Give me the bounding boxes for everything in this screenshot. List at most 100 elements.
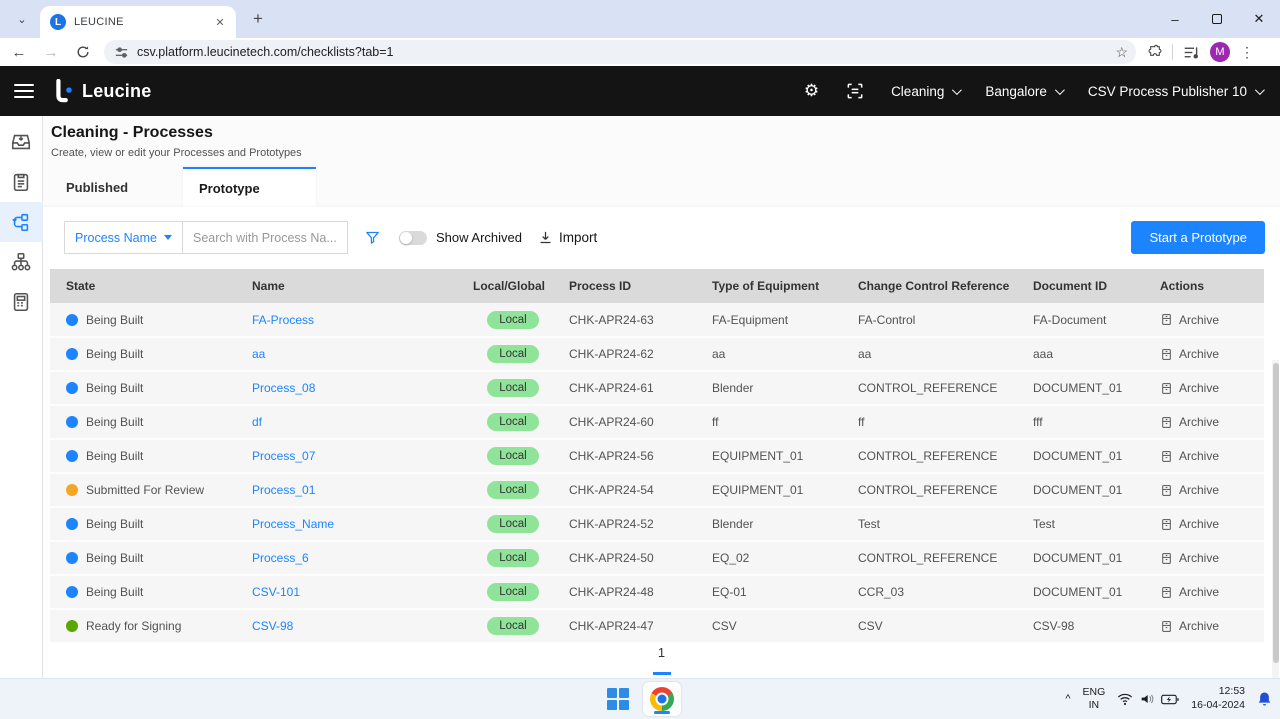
sidebar-item-inbox[interactable]	[0, 122, 43, 162]
language-indicator[interactable]: ENG IN	[1083, 686, 1106, 712]
archive-button[interactable]: Archive	[1160, 381, 1256, 395]
process-name-link[interactable]: FA-Process	[252, 313, 314, 327]
start-prototype-button[interactable]: Start a Prototype	[1131, 221, 1265, 254]
sidebar-item-reports[interactable]	[0, 282, 43, 322]
minimize-button[interactable]: –	[1154, 0, 1196, 38]
taskbar-clock[interactable]: 12:53 16-04-2024	[1191, 685, 1245, 712]
notification-bell-icon[interactable]	[1257, 691, 1272, 707]
archive-button[interactable]: Archive	[1160, 483, 1256, 497]
process-name-link[interactable]: df	[252, 415, 262, 429]
process-name-link[interactable]: CSV-101	[252, 585, 300, 599]
wifi-icon[interactable]	[1117, 692, 1133, 706]
archive-button[interactable]: Archive	[1160, 347, 1256, 361]
status-dot-icon	[66, 348, 78, 360]
new-tab-button[interactable]: +	[244, 5, 272, 33]
table-row: Being Built CSV-101 Local CHK-APR24-48 E…	[50, 575, 1264, 609]
archive-button[interactable]: Archive	[1160, 313, 1256, 327]
reading-list-icon[interactable]	[1183, 45, 1200, 60]
show-archived-toggle[interactable]	[399, 231, 427, 245]
app-topbar: Leucine ⚙ Cleaning Bangalore CSV Process…	[0, 66, 1280, 116]
tab-close-icon[interactable]: ✕	[212, 14, 228, 30]
forward-button[interactable]: →	[38, 40, 64, 64]
import-button[interactable]: Import	[538, 230, 597, 245]
scope-badge: Local	[487, 311, 539, 329]
sidebar-item-ontology[interactable]	[0, 242, 43, 282]
search-field-label: Process Name	[75, 231, 157, 245]
extensions-icon[interactable]	[1146, 44, 1162, 60]
user-role-dropdown[interactable]: CSV Process Publisher 10	[1088, 84, 1262, 99]
scope-badge: Local	[487, 413, 539, 431]
process-name-link[interactable]: Process_07	[252, 449, 315, 463]
tab-prototype[interactable]: Prototype	[183, 167, 316, 207]
back-button[interactable]: ←	[6, 40, 32, 64]
process-flow-icon	[10, 211, 32, 233]
status-dot-icon	[66, 382, 78, 394]
pagination: 1	[43, 645, 1280, 675]
show-archived-label: Show Archived	[436, 230, 522, 245]
scope-badge: Local	[487, 583, 539, 601]
profile-avatar[interactable]: M	[1210, 42, 1230, 62]
sidebar-item-checklists[interactable]	[0, 162, 43, 202]
system-tray: ^ ENG IN 12:53 16-04-2024	[1065, 679, 1272, 719]
archive-label: Archive	[1179, 347, 1219, 361]
tray-overflow-chevron-icon[interactable]: ^	[1065, 693, 1070, 705]
start-button[interactable]	[599, 682, 637, 716]
equipment-cell: EQ-01	[704, 575, 850, 609]
sitemap-icon	[10, 251, 32, 273]
archive-icon	[1160, 552, 1173, 565]
status-dot-icon	[66, 450, 78, 462]
settings-gear-icon[interactable]: ⚙	[804, 81, 819, 101]
process-name-link[interactable]: Process_08	[252, 381, 315, 395]
tab-bar: Published Prototype	[50, 167, 316, 207]
speaker-icon[interactable]	[1139, 692, 1155, 706]
process-name-link[interactable]: aa	[252, 347, 265, 361]
main-content: Cleaning - Processes Create, view or edi…	[43, 116, 1280, 678]
table-row: Being Built FA-Process Local CHK-APR24-6…	[50, 303, 1264, 337]
maximize-button[interactable]	[1196, 0, 1238, 38]
bookmark-star-icon[interactable]: ☆	[1115, 44, 1128, 61]
process-name-link[interactable]: Process_6	[252, 551, 309, 565]
archive-button[interactable]: Archive	[1160, 585, 1256, 599]
status-dot-icon	[66, 484, 78, 496]
archive-button[interactable]: Archive	[1160, 415, 1256, 429]
search-input[interactable]	[183, 221, 348, 254]
import-download-icon	[538, 230, 553, 245]
page-number[interactable]: 1	[658, 645, 665, 660]
tab-search-chevron-icon[interactable]: ⌄	[8, 5, 36, 33]
change-control-cell: FA-Control	[850, 303, 1025, 337]
use-case-dropdown[interactable]: Cleaning	[891, 84, 959, 99]
hamburger-menu-icon[interactable]	[14, 84, 34, 98]
scrollbar[interactable]	[1272, 360, 1279, 719]
search-field-selector[interactable]: Process Name	[64, 221, 183, 254]
archive-button[interactable]: Archive	[1160, 449, 1256, 463]
process-name-link[interactable]: CSV-98	[252, 619, 293, 633]
reload-button[interactable]	[70, 40, 96, 64]
browser-tab[interactable]: L LEUCINE ✕	[40, 6, 236, 38]
scan-icon[interactable]	[845, 81, 865, 101]
status-label: Being Built	[86, 551, 143, 565]
process-id-cell: CHK-APR24-54	[561, 473, 704, 507]
document-id-cell: fff	[1025, 405, 1152, 439]
filter-funnel-icon[interactable]	[364, 229, 381, 246]
scope-badge: Local	[487, 345, 539, 363]
table-row: Ready for Signing CSV-98 Local CHK-APR24…	[50, 609, 1264, 643]
toolbar-right: M ⋮	[1146, 42, 1264, 62]
process-name-link[interactable]: Process_Name	[252, 517, 334, 531]
process-name-link[interactable]: Process_01	[252, 483, 315, 497]
chrome-taskbar-button[interactable]	[643, 682, 681, 716]
close-window-button[interactable]: ✕	[1238, 0, 1280, 38]
site-settings-icon[interactable]	[114, 45, 129, 60]
archive-button[interactable]: Archive	[1160, 619, 1256, 633]
sidebar-item-processes[interactable]	[0, 202, 43, 242]
facility-dropdown[interactable]: Bangalore	[985, 84, 1062, 99]
archive-label: Archive	[1179, 585, 1219, 599]
address-bar[interactable]: csv.platform.leucinetech.com/checklists?…	[104, 40, 1136, 64]
reload-icon	[76, 45, 90, 59]
archive-button[interactable]: Archive	[1160, 551, 1256, 565]
chrome-menu-icon[interactable]: ⋮	[1240, 44, 1254, 61]
battery-icon[interactable]	[1161, 693, 1179, 706]
archive-button[interactable]: Archive	[1160, 517, 1256, 531]
url-text[interactable]: csv.platform.leucinetech.com/checklists?…	[137, 45, 1115, 59]
scrollbar-thumb[interactable]	[1273, 363, 1279, 663]
tab-published[interactable]: Published	[50, 167, 183, 207]
